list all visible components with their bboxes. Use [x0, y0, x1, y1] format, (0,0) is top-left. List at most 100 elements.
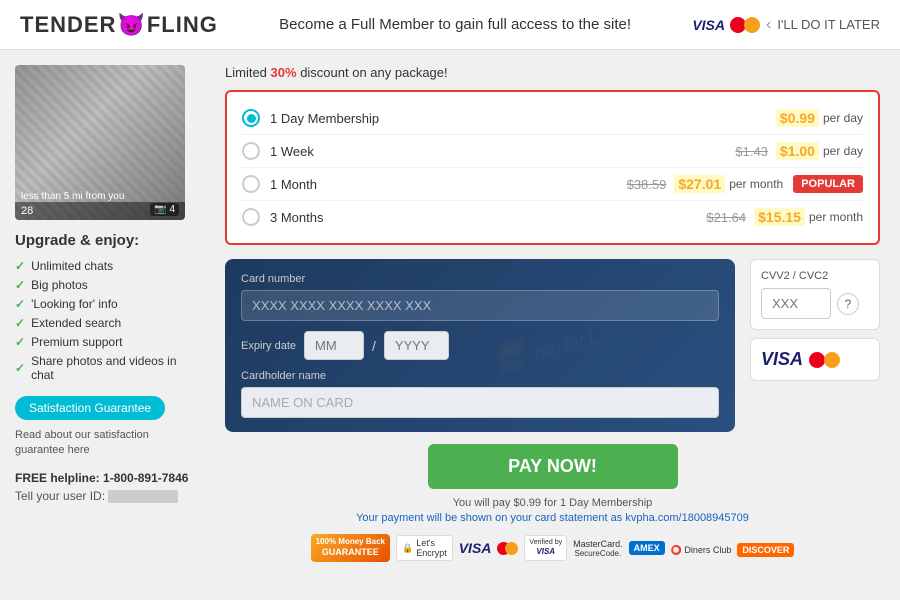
- check-icon: ✓: [15, 259, 25, 273]
- feature-list: ✓Unlimited chats ✓Big photos ✓'Looking f…: [15, 259, 195, 382]
- satisfaction-guarantee-button[interactable]: Satisfaction Guarantee: [15, 396, 165, 420]
- plan-sale-price-1day: $0.99: [776, 109, 819, 127]
- badge-diners-club: ⭕ Diners Club: [671, 545, 732, 556]
- badge-money-back: 100% Money Back GUARANTEE: [311, 534, 390, 562]
- expiry-separator: /: [372, 338, 376, 354]
- helpline-number: 1-800-891-7846: [103, 471, 188, 485]
- card-form: Card number Expiry date / Cardholder nam…: [225, 259, 735, 432]
- badge-discover: DISCOVER: [737, 543, 794, 557]
- pay-note: You will pay $0.99 for 1 Day Membership: [225, 497, 880, 509]
- discount-percent: 30%: [271, 65, 297, 80]
- upgrade-title: Upgrade & enjoy:: [15, 232, 195, 249]
- plan-row-3months[interactable]: 3 Months $21.64 $15.15 per month: [242, 201, 863, 233]
- plan-radio-1month[interactable]: [242, 175, 260, 193]
- pay-statement-domain: kvpha.com/18008945709: [625, 512, 749, 524]
- satisfaction-text: Read about our satisfaction guarantee he…: [15, 428, 195, 459]
- badge-visa: VISA: [459, 540, 492, 556]
- expiry-row: Expiry date /: [241, 331, 719, 360]
- helpline: FREE helpline: 1-800-891-7846: [15, 471, 195, 485]
- logo-text1: TENDER: [20, 12, 116, 38]
- visa-icon: VISA: [692, 17, 725, 33]
- plan-sale-price-1week: $1.00: [776, 142, 819, 160]
- plan-unit-3months: per month: [809, 210, 863, 224]
- badge-row2: ⭕ Diners Club DISCOVER: [671, 543, 795, 557]
- badge-mastercard-securecode: MasterCard. SecureCode.: [573, 539, 623, 558]
- payment-section: 🖥 perfect.is Card number Expiry date / C…: [225, 259, 880, 432]
- mastercard-icon-right: [744, 17, 760, 33]
- pay-now-button[interactable]: PAY NOW!: [428, 444, 678, 489]
- cvv-input-row: ?: [761, 288, 869, 319]
- list-item: ✓Extended search: [15, 316, 195, 330]
- profile-image: 28 less than 5 mi from you 📷 4: [15, 65, 185, 220]
- chevron-left-icon: ‹: [766, 16, 771, 34]
- plan-original-1week: $1.43: [735, 144, 768, 159]
- plan-name-3months: 3 Months: [270, 210, 706, 225]
- check-icon: ✓: [15, 361, 25, 375]
- plan-unit-1month: per month: [729, 177, 783, 191]
- list-item: ✓Big photos: [15, 278, 195, 292]
- plan-original-1month: $38.59: [627, 177, 667, 192]
- mc-circle2-cvv: [824, 352, 840, 368]
- plan-radio-1week[interactable]: [242, 142, 260, 160]
- user-id-value: [108, 490, 178, 503]
- check-icon: ✓: [15, 297, 25, 311]
- camera-badge: 📷 4: [150, 203, 179, 216]
- plan-sale-price-1month: $27.01: [674, 175, 725, 193]
- expiry-year-input[interactable]: [384, 331, 449, 360]
- plan-radio-1day[interactable]: [242, 109, 260, 127]
- plan-original-3months: $21.64: [706, 210, 746, 225]
- visa-icon-cvv: VISA: [761, 349, 803, 370]
- profile-distance: less than 5 mi from you: [21, 191, 124, 202]
- later-link[interactable]: VISA ‹ I'LL DO IT LATER: [692, 16, 880, 34]
- later-label[interactable]: I'LL DO IT LATER: [777, 17, 880, 32]
- expiry-label: Expiry date: [241, 340, 296, 352]
- badge-amex: AMEX: [629, 541, 665, 555]
- plan-name-1month: 1 Month: [270, 177, 627, 192]
- left-panel: 28 less than 5 mi from you 📷 4 Upgrade &…: [0, 50, 210, 600]
- radio-selected-dot: [247, 114, 256, 123]
- list-item: ✓Unlimited chats: [15, 259, 195, 273]
- cvv-input[interactable]: [761, 288, 831, 319]
- plan-unit-1week: per day: [823, 144, 863, 158]
- cardholder-label: Cardholder name: [241, 370, 719, 382]
- cvv-help-button[interactable]: ?: [837, 293, 859, 315]
- plan-row-1week[interactable]: 1 Week $1.43 $1.00 per day: [242, 135, 863, 168]
- popular-badge: POPULAR: [793, 175, 863, 193]
- cvv-panel: CVV2 / CVC2 ? VISA: [750, 259, 880, 432]
- header-card-icons: VISA: [692, 17, 760, 33]
- plan-unit-1day: per day: [823, 111, 863, 125]
- pricing-box: 1 Day Membership $0.99 per day 1 Week $1…: [225, 90, 880, 245]
- profile-age: 28: [21, 205, 33, 217]
- cardholder-name-input[interactable]: [241, 387, 719, 418]
- badge-mastercard: [497, 542, 518, 555]
- check-icon: ✓: [15, 335, 25, 349]
- header-headline: Become a Full Member to gain full access…: [279, 16, 631, 33]
- list-item: ✓'Looking for' info: [15, 297, 195, 311]
- check-icon: ✓: [15, 316, 25, 330]
- card-number-label: Card number: [241, 273, 719, 285]
- mc-right: [505, 542, 518, 555]
- check-icon: ✓: [15, 278, 25, 292]
- card-number-input[interactable]: [241, 290, 719, 321]
- badge-verified-visa: Verified by VISA: [524, 535, 567, 560]
- main-content: 28 less than 5 mi from you 📷 4 Upgrade &…: [0, 50, 900, 600]
- plan-name-1day: 1 Day Membership: [270, 111, 776, 126]
- list-item: ✓Premium support: [15, 335, 195, 349]
- plan-row-1day[interactable]: 1 Day Membership $0.99 per day: [242, 102, 863, 135]
- plan-radio-3months[interactable]: [242, 208, 260, 226]
- logo-devil-icon: 😈: [117, 12, 145, 38]
- user-id-row: Tell your user ID:: [15, 489, 195, 503]
- logo-text2: FLING: [147, 12, 218, 38]
- camera-icon: 📷: [154, 204, 166, 215]
- expiry-month-input[interactable]: [304, 331, 364, 360]
- badge-letsencrypt: 🔒 Let'sEncrypt: [396, 535, 453, 561]
- plan-name-1week: 1 Week: [270, 144, 735, 159]
- list-item: ✓Share photos and videos in chat: [15, 354, 195, 382]
- plan-sale-price-3months: $15.15: [754, 208, 805, 226]
- mc-circle1-cvv: [809, 352, 825, 368]
- header: TENDER 😈 FLING Become a Full Member to g…: [0, 0, 900, 50]
- right-panel: Limited 30% discount on any package! 1 D…: [210, 50, 900, 600]
- cvv-label: CVV2 / CVC2: [761, 270, 869, 282]
- pay-statement: Your payment will be shown on your card …: [225, 512, 880, 524]
- plan-row-1month[interactable]: 1 Month $38.59 $27.01 per month POPULAR: [242, 168, 863, 201]
